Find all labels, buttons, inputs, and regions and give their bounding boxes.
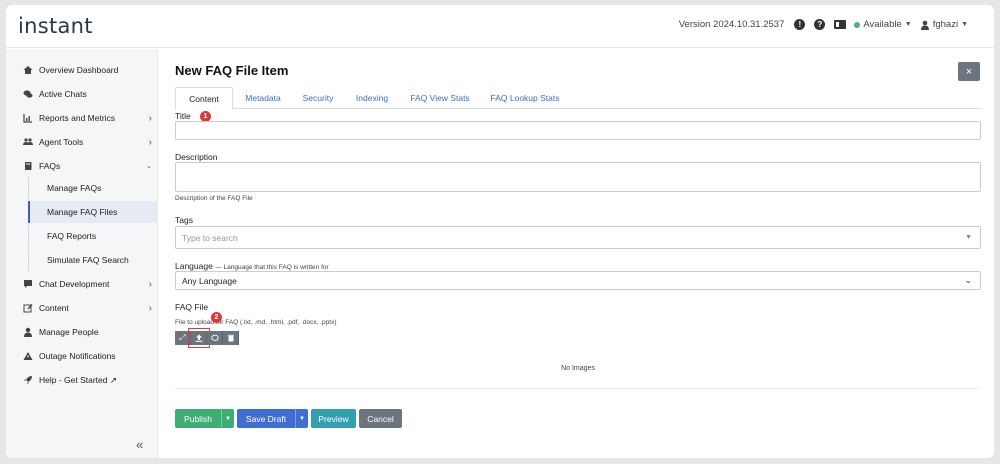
person-icon <box>23 327 33 337</box>
expand-icon[interactable]: ⤢ <box>175 331 191 345</box>
chevron-right-icon: › <box>148 278 152 290</box>
title-input[interactable] <box>175 121 981 140</box>
sidebar-item-label: Manage People <box>39 327 99 337</box>
sidebar-item-label: Active Chats <box>39 89 87 99</box>
sidebar-item-active-chats[interactable]: Active Chats <box>6 83 158 105</box>
sidebar: Overview Dashboard Active Chats Reports … <box>6 49 158 458</box>
upload-icon[interactable] <box>188 328 210 348</box>
status-dropdown[interactable]: Available <box>863 19 901 30</box>
tab-security[interactable]: Security <box>295 87 341 109</box>
tags-placeholder: Type to search <box>182 232 238 243</box>
tags-select[interactable]: Type to search ▼ <box>175 226 981 249</box>
chevron-right-icon: › <box>148 112 152 124</box>
save-draft-split-button: Save Draft ▼ <box>237 409 308 428</box>
tab-faq-lookup-stats[interactable]: FAQ Lookup Stats <box>485 87 565 109</box>
sidebar-item-label: FAQs <box>39 161 61 171</box>
trash-icon[interactable] <box>223 331 239 345</box>
sidebar-item-label: Agent Tools <box>39 137 84 147</box>
users-icon <box>23 137 33 147</box>
faq-file-label: FAQ File <box>175 302 209 312</box>
warning-icon <box>23 351 33 361</box>
save-draft-button[interactable]: Save Draft <box>237 409 295 428</box>
id-card-icon[interactable] <box>834 20 847 29</box>
chevron-right-icon: › <box>148 302 152 314</box>
sidebar-item-label: Reports and Metrics <box>39 113 116 123</box>
help-icon[interactable]: ? <box>814 19 826 30</box>
chat-icon <box>23 89 33 99</box>
chevron-down-icon[interactable]: ▼ <box>905 21 912 28</box>
sidebar-item-label: Chat Development <box>39 279 110 289</box>
file-toolbar: ⤢ <box>175 328 239 348</box>
comment-icon[interactable] <box>207 331 223 345</box>
chevron-down-icon: ⌄ <box>146 163 152 170</box>
tab-metadata[interactable]: Metadata <box>237 87 289 109</box>
top-bar: instant Version 2024.10.31.2537 ! ? Avai… <box>6 5 994 48</box>
publish-split-button: Publish ▼ <box>175 409 234 428</box>
tab-bar: Content Metadata Security Indexing FAQ V… <box>175 87 981 110</box>
language-label: Language — Language that this FAQ is wri… <box>175 261 329 271</box>
collapse-sidebar-icon[interactable]: « <box>136 437 143 452</box>
status-dot-icon <box>854 21 861 28</box>
description-help: Description of the FAQ File <box>175 195 253 202</box>
chart-icon <box>23 113 33 123</box>
title-label: Title <box>175 111 191 121</box>
sidebar-item-faqs[interactable]: FAQs ⌄ <box>6 155 158 177</box>
sidebar-item-content[interactable]: Content › <box>6 297 158 319</box>
form-actions: Publish ▼ Save Draft ▼ Preview Cancel <box>175 409 402 428</box>
edit-icon <box>23 303 33 313</box>
page-title: New FAQ File Item <box>175 63 289 78</box>
faq-file-help: File to upload for FAQ (.txt, .md, .html… <box>175 319 337 326</box>
language-select[interactable]: Any Language ⌄ <box>175 271 981 290</box>
sidebar-subitem-faq-reports[interactable]: FAQ Reports <box>28 225 158 247</box>
bubble-icon <box>23 279 33 289</box>
language-value: Any Language <box>182 275 237 286</box>
save-draft-menu-button[interactable]: ▼ <box>295 409 308 428</box>
sidebar-item-manage-people[interactable]: Manage People <box>6 321 158 343</box>
sidebar-subitem-manage-faqs[interactable]: Manage FAQs <box>28 177 158 199</box>
tags-label: Tags <box>175 215 193 225</box>
close-button[interactable]: × <box>958 62 980 81</box>
chevron-down-icon: ⌄ <box>964 275 972 285</box>
home-icon <box>23 65 33 75</box>
annotation-badge-2: 2 <box>211 312 222 323</box>
chevron-down-icon[interactable]: ▼ <box>961 21 968 28</box>
sidebar-item-label: Help - Get Started ↗ <box>39 374 117 385</box>
sidebar-item-label: Outage Notifications <box>39 351 116 361</box>
language-hint: — Language that this FAQ is written for <box>215 264 329 271</box>
preview-button[interactable]: Preview <box>311 409 356 428</box>
book-icon <box>23 161 33 171</box>
user-menu[interactable]: fghazi <box>933 19 958 30</box>
language-label-text: Language <box>175 261 213 271</box>
sidebar-item-label: Content <box>39 303 69 313</box>
sidebar-item-label: Overview Dashboard <box>39 65 119 75</box>
publish-button[interactable]: Publish <box>175 409 221 428</box>
description-label: Description <box>175 152 218 162</box>
rocket-icon <box>23 375 33 385</box>
tab-indexing[interactable]: Indexing <box>349 87 395 109</box>
sidebar-item-outage-notifications[interactable]: Outage Notifications <box>6 345 158 367</box>
alert-icon[interactable]: ! <box>794 19 806 30</box>
publish-menu-button[interactable]: ▼ <box>221 409 234 428</box>
sidebar-subitem-manage-faq-files[interactable]: Manage FAQ Files <box>28 201 158 223</box>
header-right: Version 2024.10.31.2537 ! ? Available ▼ … <box>679 19 968 30</box>
sidebar-item-help-get-started[interactable]: Help - Get Started ↗ <box>6 369 158 391</box>
sidebar-item-overview-dashboard[interactable]: Overview Dashboard <box>6 59 158 81</box>
chevron-right-icon: › <box>148 136 152 148</box>
sidebar-item-reports-and-metrics[interactable]: Reports and Metrics › <box>6 107 158 129</box>
file-dropzone[interactable]: No Images <box>175 349 981 389</box>
sidebar-item-chat-development[interactable]: Chat Development › <box>6 273 158 295</box>
tab-content[interactable]: Content <box>175 87 233 110</box>
sidebar-item-agent-tools[interactable]: Agent Tools › <box>6 131 158 153</box>
user-icon <box>920 20 929 30</box>
chevron-down-icon: ▼ <box>965 234 972 241</box>
app-window: instant Version 2024.10.31.2537 ! ? Avai… <box>6 5 994 458</box>
no-images-text: No Images <box>561 365 595 372</box>
cancel-button[interactable]: Cancel <box>359 409 402 428</box>
instant-logo[interactable]: instant <box>18 14 93 38</box>
description-textarea[interactable] <box>175 162 981 192</box>
version-text: Version 2024.10.31.2537 <box>678 19 785 30</box>
tab-faq-view-stats[interactable]: FAQ View Stats <box>403 87 477 109</box>
sidebar-subitem-simulate-faq-search[interactable]: Simulate FAQ Search <box>28 249 158 271</box>
